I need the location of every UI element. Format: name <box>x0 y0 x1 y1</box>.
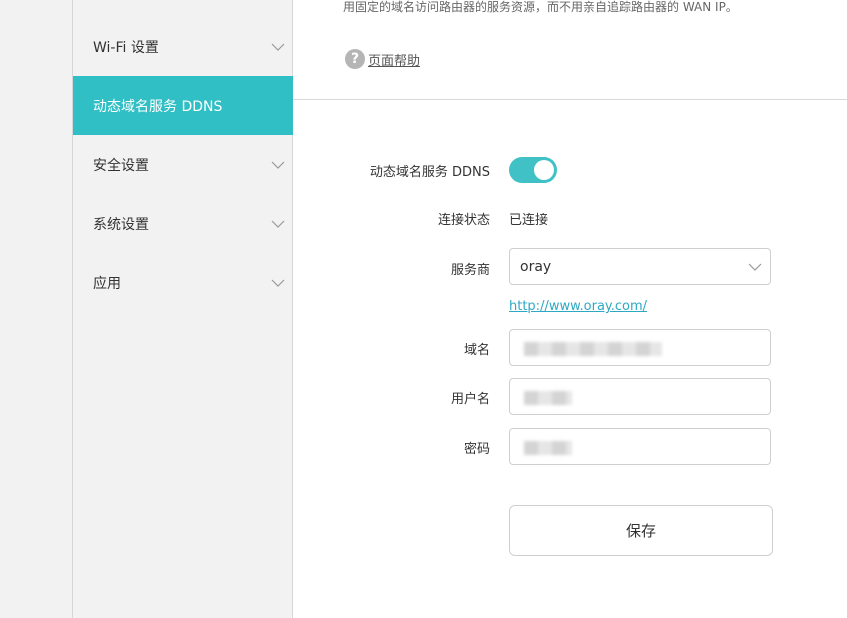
password-label: 密码 <box>463 442 490 457</box>
chevron-down-icon <box>271 279 285 287</box>
provider-select-value: oray <box>520 258 552 275</box>
sidebar-item-security-settings[interactable]: 安全设置 <box>73 135 293 194</box>
status-value: 已连接 <box>509 213 549 228</box>
sidebar: Wi-Fi 设置 动态域名服务 DDNS 安全设置 系统设置 应用 <box>73 0 293 618</box>
username-label: 用户名 <box>450 392 490 407</box>
question-circle-icon: ? <box>345 49 365 69</box>
provider-select[interactable]: oray <box>509 248 771 285</box>
chevron-down-icon <box>748 263 762 271</box>
provider-url-link[interactable]: http://www.oray.com/ <box>509 299 647 314</box>
domain-field[interactable] <box>509 329 771 366</box>
sidebar-item-label: 动态域名服务 DDNS <box>93 98 223 115</box>
password-field[interactable] <box>509 428 771 465</box>
main-panel: 用固定的域名访问路由器的服务资源，而不用亲自追踪路由器的 WAN IP。 ? 页… <box>293 0 847 618</box>
redacted-value <box>524 342 662 356</box>
sidebar-item-label: Wi-Fi 设置 <box>93 39 159 56</box>
provider-label: 服务商 <box>450 263 490 278</box>
page-description: 用固定的域名访问路由器的服务资源，而不用亲自追踪路由器的 WAN IP。 <box>343 0 738 14</box>
left-gutter <box>0 0 73 618</box>
sidebar-item-ddns[interactable]: 动态域名服务 DDNS <box>73 76 293 135</box>
chevron-down-icon <box>271 43 285 51</box>
save-button[interactable]: 保存 <box>509 505 773 556</box>
sidebar-item-apps[interactable]: 应用 <box>73 253 293 312</box>
sidebar-item-label: 系统设置 <box>93 216 149 233</box>
chevron-down-icon <box>271 161 285 169</box>
redacted-value <box>524 391 572 405</box>
sidebar-item-label: 安全设置 <box>93 157 149 174</box>
ddns-toggle[interactable] <box>509 157 557 183</box>
ddns-label: 动态域名服务 DDNS <box>369 165 490 180</box>
chevron-down-icon <box>271 220 285 228</box>
redacted-value <box>524 441 572 455</box>
sidebar-item-wifi-settings[interactable]: Wi-Fi 设置 <box>73 17 293 76</box>
domain-label: 域名 <box>463 343 490 358</box>
divider <box>293 99 847 100</box>
toggle-knob <box>534 160 554 180</box>
status-label: 连接状态 <box>437 213 490 228</box>
sidebar-item-label: 应用 <box>93 275 121 292</box>
help-link[interactable]: 页面帮助 <box>368 50 420 69</box>
sidebar-item-system-settings[interactable]: 系统设置 <box>73 194 293 253</box>
username-field[interactable] <box>509 378 771 415</box>
page-help[interactable]: ? 页面帮助 <box>345 49 420 69</box>
